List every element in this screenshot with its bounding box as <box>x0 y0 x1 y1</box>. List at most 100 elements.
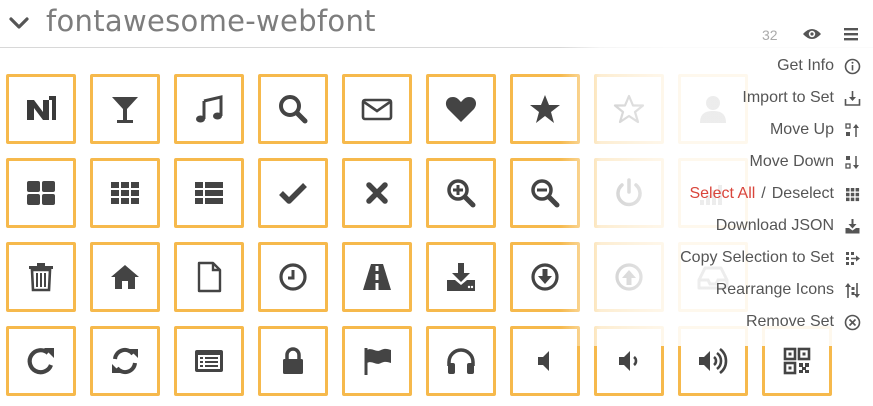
icon-cell[interactable] <box>174 326 244 396</box>
power-off-icon <box>616 178 642 207</box>
menu-separator: / <box>761 185 766 202</box>
menu-item-import-to-set[interactable]: Import to Set <box>742 82 861 114</box>
clock-icon <box>279 263 307 291</box>
remove-circle-icon <box>844 314 861 331</box>
lock-icon <box>283 347 303 374</box>
icon-cell[interactable] <box>174 242 244 312</box>
chevron-down-icon[interactable] <box>8 12 30 34</box>
download-icon <box>844 218 861 235</box>
icon-cell[interactable] <box>342 242 412 312</box>
icon-cell[interactable] <box>594 158 664 228</box>
menu-item-label: Import to Set <box>742 89 834 106</box>
menu-item-label: Move Up <box>769 121 834 138</box>
menu-item-get-info[interactable]: Get Info <box>777 50 861 82</box>
icon-cell[interactable] <box>258 242 328 312</box>
icon-cell[interactable] <box>678 74 748 144</box>
list-alt-icon <box>195 350 223 372</box>
file-outline-icon <box>197 261 222 293</box>
headphones-icon <box>447 348 475 374</box>
icon-cell[interactable] <box>6 242 76 312</box>
icon-cell[interactable] <box>258 326 328 396</box>
icon-cell[interactable] <box>426 158 496 228</box>
icon-cell[interactable] <box>6 326 76 396</box>
menu-item-label: Move Down <box>749 153 834 170</box>
icon-cell[interactable] <box>594 74 664 144</box>
volume-off-icon <box>538 351 549 371</box>
star-outline-icon <box>613 94 645 124</box>
icon-cell[interactable] <box>510 158 580 228</box>
deselect-link[interactable]: Deselect <box>772 185 834 203</box>
hamburger-menu-icon[interactable] <box>843 26 859 42</box>
download-icon <box>447 263 475 291</box>
icon-cell[interactable] <box>342 158 412 228</box>
icon-cell[interactable] <box>594 326 664 396</box>
import-icon <box>844 90 861 107</box>
home-icon <box>111 265 139 289</box>
times-icon <box>366 182 388 204</box>
star-icon <box>530 95 560 123</box>
icon-cell[interactable] <box>426 74 496 144</box>
arrow-circle-down-icon <box>531 263 559 291</box>
menu-item-label: Download JSON <box>715 217 834 234</box>
icon-cell[interactable] <box>678 326 748 396</box>
icon-cell[interactable] <box>90 326 160 396</box>
menu-item-copy-selection[interactable]: Copy Selection to Set <box>680 242 861 274</box>
zoom-out-icon <box>531 179 560 208</box>
search-icon <box>279 95 308 124</box>
select-all-link[interactable]: Select All <box>689 185 755 203</box>
th-icon <box>111 182 139 204</box>
menu-item-select-deselect: Select All / Deselect <box>689 178 861 210</box>
icon-cell[interactable] <box>90 242 160 312</box>
icon-cell[interactable] <box>6 74 76 144</box>
user-icon <box>700 96 726 123</box>
heart-icon <box>445 97 477 122</box>
flag-icon <box>364 348 391 375</box>
fa-500px-icon <box>27 96 56 120</box>
icon-cell[interactable] <box>510 74 580 144</box>
envelope-icon <box>361 98 393 121</box>
music-icon <box>196 95 223 123</box>
th-list-icon <box>195 182 223 204</box>
icon-cell[interactable] <box>342 74 412 144</box>
road-icon <box>363 264 391 290</box>
icon-cell[interactable] <box>342 326 412 396</box>
menu-item-label: Rearrange Icons <box>715 281 834 298</box>
icon-cell[interactable] <box>6 158 76 228</box>
icon-cell[interactable] <box>174 158 244 228</box>
menu-item-remove-set[interactable]: Remove Set <box>746 306 861 338</box>
refresh-icon <box>112 347 138 375</box>
move-up-icon <box>844 122 861 139</box>
menu-item-label: Copy Selection to Set <box>680 249 834 266</box>
icon-cell[interactable] <box>258 158 328 228</box>
icon-cell[interactable] <box>174 74 244 144</box>
icon-cell[interactable] <box>510 242 580 312</box>
icon-cell[interactable] <box>426 242 496 312</box>
zoom-in-icon <box>447 179 476 208</box>
set-title: fontawesome-webfont <box>46 4 376 38</box>
move-down-icon <box>844 154 861 171</box>
menu-item-label: Get Info <box>777 57 834 74</box>
icon-cell[interactable] <box>594 242 664 312</box>
volume-up-icon <box>699 347 728 375</box>
menu-item-rearrange-icons[interactable]: Rearrange Icons <box>716 274 861 306</box>
menu-item-download-json[interactable]: Download JSON <box>716 210 861 242</box>
trash-icon <box>29 263 53 292</box>
icon-cell[interactable] <box>510 326 580 396</box>
icon-cell[interactable] <box>426 326 496 396</box>
check-icon <box>279 183 307 204</box>
menu-item-move-up[interactable]: Move Up <box>770 114 861 146</box>
icon-cell[interactable] <box>90 74 160 144</box>
icon-cell[interactable] <box>90 158 160 228</box>
icon-count: 32 <box>762 27 778 43</box>
copy-to-set-icon <box>844 250 861 267</box>
menu-item-label: Remove Set <box>745 313 834 330</box>
menu-item-move-down[interactable]: Move Down <box>750 146 861 178</box>
icon-cell[interactable] <box>258 74 328 144</box>
rearrange-icon <box>844 282 861 299</box>
glass-icon <box>112 97 138 123</box>
info-icon <box>844 58 861 75</box>
qrcode-icon <box>783 347 811 375</box>
eye-icon[interactable] <box>802 27 822 41</box>
volume-down-icon <box>619 351 638 371</box>
grid-select-icon <box>844 186 861 203</box>
